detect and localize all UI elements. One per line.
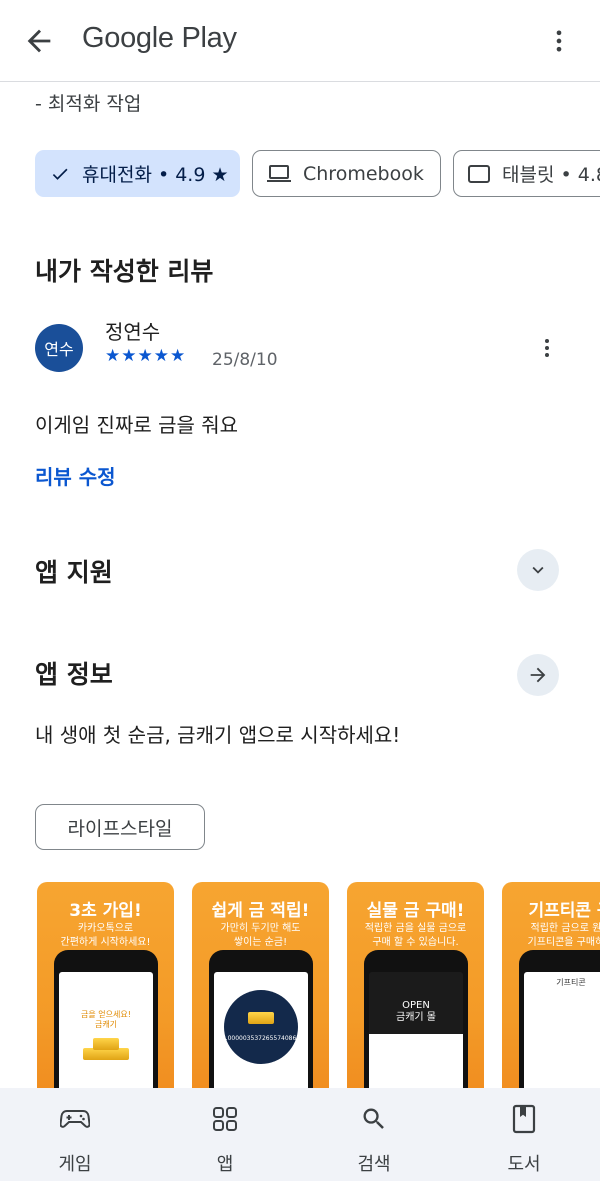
app-description: 내 생애 첫 순금, 금캐기 앱으로 시작하세요! bbox=[35, 723, 401, 747]
nav-label-books: 도서 bbox=[507, 1154, 541, 1175]
tablet-icon bbox=[468, 164, 490, 183]
nav-item-apps[interactable]: 앱 bbox=[170, 1088, 280, 1181]
phone-screen: 금을 얻으세요! 금캐기 bbox=[59, 972, 153, 1088]
nav-label-search: 검색 bbox=[357, 1154, 391, 1175]
app-info-arrow-button[interactable] bbox=[517, 654, 559, 696]
nav-label-apps: 앱 bbox=[216, 1154, 234, 1175]
review-text: 이게임 진짜로 금을 줘요 bbox=[35, 413, 239, 437]
screen-text: OPEN 금캐기 몰 bbox=[396, 1000, 436, 1023]
edit-review-link[interactable]: 리뷰 수정 bbox=[35, 461, 116, 490]
bottom-navigation-bar: 게임 앱 검색 도서 bbox=[0, 1088, 600, 1181]
gold-bar-image bbox=[248, 1012, 274, 1024]
device-chip-row: 휴대전화 • 4.9 ★ Chromebook 태블릿 • 4.8 bbox=[35, 150, 600, 198]
nav-item-search[interactable]: 검색 bbox=[319, 1088, 429, 1181]
expand-app-support-button[interactable] bbox=[517, 549, 559, 591]
screenshot-carousel[interactable]: 3초 가입! 카카오톡으로 간편하게 시작하세요! 금을 얻으세요! 금캐기 쉽… bbox=[37, 882, 600, 1088]
app-info-heading: 앱 정보 bbox=[35, 660, 113, 689]
screenshot-subtitle: 적립한 금을 실물 금으로 구매 할 수 있습니다. bbox=[364, 923, 467, 948]
laptop-icon bbox=[267, 164, 291, 184]
screenshot-title: 실물 금 구매! bbox=[366, 901, 465, 921]
screenshot-title: 기프티콘 구 bbox=[528, 901, 600, 921]
screenshot-card[interactable]: 실물 금 구매! 적립한 금을 실물 금으로 구매 할 수 있습니다. OPEN… bbox=[347, 882, 484, 1088]
phone-screen: 기프티콘 bbox=[524, 972, 600, 1088]
phone-mockup: 기프티콘 bbox=[519, 950, 600, 1088]
app-support-heading: 앱 지원 bbox=[35, 558, 113, 587]
top-app-bar: Google Play bbox=[0, 0, 600, 82]
chip-phone[interactable]: 휴대전화 • 4.9 ★ bbox=[35, 150, 240, 197]
chip-tablet[interactable]: 태블릿 • 4.8 bbox=[453, 150, 600, 197]
phone-screen: 0.000003537265574086g bbox=[214, 972, 308, 1088]
nav-item-games[interactable]: 게임 bbox=[20, 1088, 130, 1181]
phone-mockup: 금을 얻으세요! 금캐기 bbox=[54, 950, 158, 1088]
more-options-button[interactable] bbox=[545, 24, 573, 58]
chip-tablet-label: 태블릿 • 4.8 bbox=[502, 164, 600, 186]
my-review-heading: 내가 작성한 리뷰 bbox=[35, 257, 214, 286]
arrow-back-icon bbox=[27, 29, 51, 53]
screenshot-subtitle: 가만히 두기만 해도 쌓이는 순금! bbox=[220, 923, 301, 948]
check-icon bbox=[50, 164, 70, 184]
review-more-button[interactable] bbox=[535, 332, 559, 364]
more-vert-icon bbox=[545, 339, 549, 357]
screenshot-subtitle: 적립한 금으로 원하 기프티콘을 구매하세 bbox=[527, 923, 600, 948]
phone-mockup: OPEN 금캐기 몰 bbox=[364, 950, 468, 1088]
book-icon bbox=[507, 1104, 541, 1134]
screen-text: 금을 얻으세요! 금캐기 bbox=[81, 1010, 131, 1029]
screenshot-card[interactable]: 기프티콘 구 적립한 금으로 원하 기프티콘을 구매하세 기프티콘 bbox=[502, 882, 600, 1088]
screenshot-card[interactable]: 쉽게 금 적립! 가만히 두기만 해도 쌓이는 순금! 0.0000035372… bbox=[192, 882, 329, 1088]
screenshot-title: 쉽게 금 적립! bbox=[211, 901, 310, 921]
gold-bar-image bbox=[93, 1038, 119, 1050]
chip-phone-label: 휴대전화 • 4.9 ★ bbox=[82, 164, 229, 186]
whats-new-line: - 최적화 작업 bbox=[35, 93, 142, 115]
chevron-down-icon bbox=[532, 566, 544, 574]
nav-label-games: 게임 bbox=[58, 1154, 92, 1175]
more-vert-icon bbox=[556, 30, 562, 52]
screenshot-subtitle: 카카오톡으로 간편하게 시작하세요! bbox=[60, 923, 151, 948]
screenshot-card[interactable]: 3초 가입! 카카오톡으로 간편하게 시작하세요! 금을 얻으세요! 금캐기 bbox=[37, 882, 174, 1088]
reviewer-name: 정연수 bbox=[105, 320, 161, 344]
screenshot-title: 3초 가입! bbox=[69, 901, 142, 921]
back-button[interactable] bbox=[22, 24, 62, 58]
phone-screen: OPEN 금캐기 몰 bbox=[369, 972, 463, 1088]
arrow-forward-icon bbox=[530, 667, 546, 683]
screen-text: 기프티콘 bbox=[556, 978, 586, 987]
category-tag-chip[interactable]: 라이프스타일 bbox=[35, 804, 205, 850]
nav-item-books[interactable]: 도서 bbox=[469, 1088, 579, 1181]
review-date: 25/8/10 bbox=[212, 350, 278, 370]
product-list-area bbox=[369, 1034, 463, 1088]
apps-grid-icon bbox=[208, 1104, 242, 1134]
gold-balance-circle: 0.000003537265574086g bbox=[222, 990, 300, 1064]
chip-chromebook-label: Chromebook bbox=[303, 162, 424, 185]
avatar: 연수 bbox=[35, 324, 83, 372]
chip-chromebook[interactable]: Chromebook bbox=[252, 150, 441, 197]
star-rating: ★★★★★ bbox=[105, 346, 187, 366]
phone-mockup: 0.000003537265574086g bbox=[209, 950, 313, 1088]
page-title: Google Play bbox=[82, 22, 237, 54]
search-icon bbox=[357, 1104, 391, 1134]
gamepad-icon bbox=[58, 1104, 92, 1134]
screen-text: 0.000003537265574086g bbox=[221, 1035, 301, 1042]
